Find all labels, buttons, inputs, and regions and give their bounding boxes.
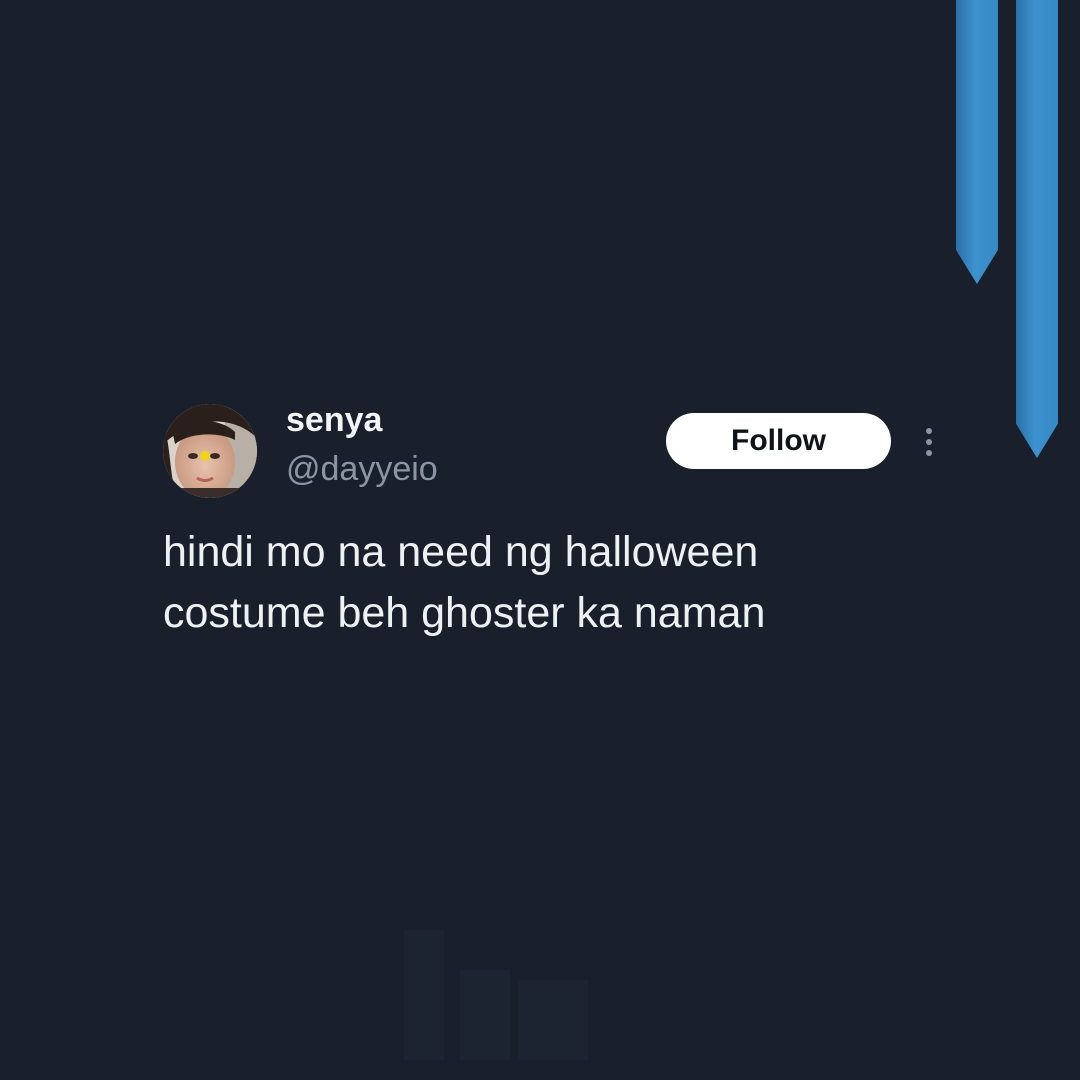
tweet-text-line: hindi mo na need ng halloween [163, 528, 759, 576]
decorative-ribbon-right [1016, 0, 1058, 458]
dot [926, 450, 932, 456]
faint-watermark-logo [400, 925, 600, 1065]
decorative-ribbon-left [956, 0, 998, 284]
dot [926, 428, 932, 434]
follow-button[interactable]: Follow [666, 413, 891, 469]
display-name[interactable]: senya [286, 400, 382, 440]
user-handle[interactable]: @dayyeio [286, 449, 438, 489]
vertical-ellipsis-icon[interactable] [916, 424, 942, 460]
avatar[interactable] [163, 404, 257, 498]
tweet-text: hindi mo na need ng halloween costume be… [163, 522, 923, 644]
tweet-text-line: costume beh ghoster ka naman [163, 589, 766, 637]
dot [926, 439, 932, 445]
profile-photo-icon [163, 404, 257, 498]
tweet-screenshot-canvas: senya @dayyeio Follow hindi mo na need n… [0, 0, 1080, 1080]
